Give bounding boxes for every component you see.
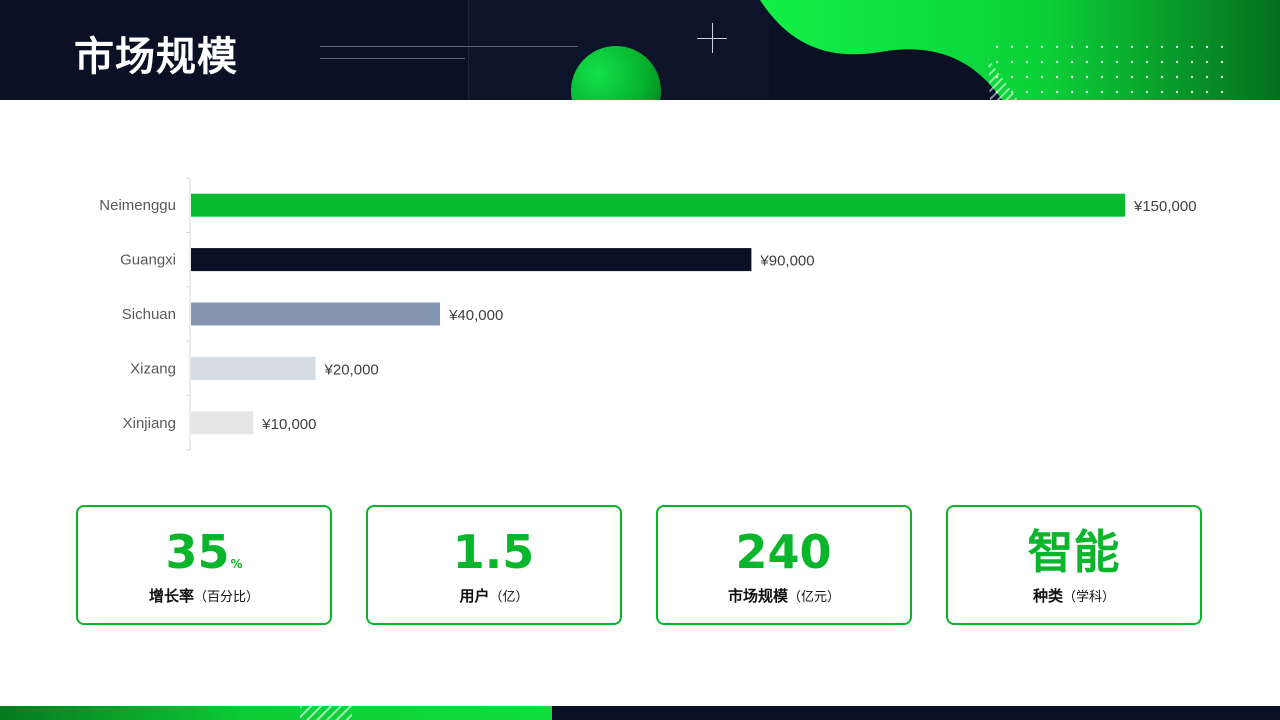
stat-unit: % <box>230 557 243 571</box>
data-label: ¥20,000 <box>324 361 379 378</box>
bar-neimenggu <box>191 193 1125 217</box>
stat-value: 35% <box>165 525 243 579</box>
footer-green-band <box>0 706 552 720</box>
bar-xinjiang <box>191 411 254 435</box>
stat-value: 1.5 <box>452 525 535 579</box>
data-label: ¥150,000 <box>1133 198 1197 215</box>
bar-xizang <box>191 356 316 380</box>
bar-guangxi <box>191 248 752 272</box>
footer-stripes <box>300 706 352 720</box>
stat-label: 增长率（百分比） <box>148 587 260 605</box>
bar-sichuan <box>191 302 441 326</box>
header-banner: 市场规模 <box>0 0 1280 100</box>
stat-value: 智能 <box>1027 525 1120 579</box>
decorative-green-wave <box>760 0 1280 100</box>
footer-bar <box>0 706 1280 720</box>
stat-label: 种类（学科） <box>1032 587 1116 605</box>
category-label: Neimenggu <box>99 197 176 214</box>
stat-card-market-size: 240 市场规模（亿元） <box>656 505 912 625</box>
decorative-line <box>320 58 465 59</box>
data-label: ¥10,000 <box>261 416 316 433</box>
stat-card-growth: 35% 增长率（百分比） <box>76 505 332 625</box>
stat-card-users: 1.5 用户（亿） <box>366 505 622 625</box>
stat-label: 市场规模（亿元） <box>727 587 841 605</box>
category-label: Xinjiang <box>123 415 176 432</box>
category-label: Xizang <box>130 360 176 377</box>
plus-icon <box>712 23 713 53</box>
decorative-line <box>320 46 578 47</box>
page-title: 市场规模 <box>74 34 238 80</box>
data-label: ¥90,000 <box>759 253 814 270</box>
data-label: ¥40,000 <box>448 307 503 324</box>
stat-card-category: 智能 种类（学科） <box>946 505 1202 625</box>
category-label: Guangxi <box>120 252 176 269</box>
stat-value: 240 <box>735 525 832 579</box>
bar-chart: Neimenggu ¥150,000 Guangxi ¥90,000 Sichuan ¥4… <box>99 177 1197 451</box>
stat-label: 用户（亿） <box>459 587 529 605</box>
category-label: Sichuan <box>122 306 176 323</box>
